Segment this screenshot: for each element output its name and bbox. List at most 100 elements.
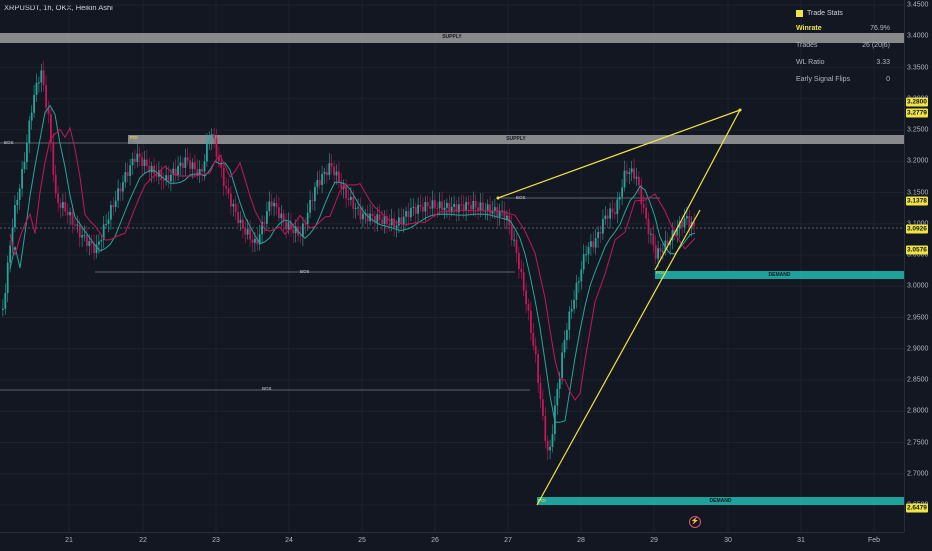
candle-body [220, 161, 223, 168]
candle-body [400, 217, 403, 224]
candle-body [630, 168, 633, 173]
candle-body [242, 219, 244, 229]
candle-body [616, 199, 619, 215]
candle-body [201, 168, 203, 172]
candle-body [150, 165, 153, 173]
candle-body [239, 219, 242, 223]
candle-body [542, 399, 544, 417]
candle-body [431, 200, 434, 209]
candle-body [254, 238, 256, 243]
candle-body [594, 238, 597, 248]
candle-body [518, 252, 520, 270]
candle-body [357, 207, 359, 209]
candle-body [124, 172, 127, 183]
candle-body [86, 235, 88, 246]
candle-body [249, 229, 251, 240]
candle-body [460, 204, 463, 206]
candle-body [575, 282, 578, 300]
candle-body [28, 120, 31, 144]
candle-body [642, 204, 645, 208]
candle-body [527, 304, 530, 311]
supply-zone-top-label: SUPPLY [442, 34, 462, 40]
candle-body [606, 215, 609, 219]
chart-canvas[interactable] [0, 0, 904, 532]
candle-body [30, 112, 33, 121]
candle-body [654, 245, 657, 259]
candle-body [686, 216, 688, 219]
candle-body [330, 163, 333, 167]
candle-body [311, 200, 314, 202]
candle-body [465, 201, 467, 211]
candle-body [573, 299, 575, 309]
candle-body [227, 188, 230, 194]
candle-body [362, 213, 364, 220]
candle-body [592, 241, 595, 248]
candle-body [657, 248, 659, 259]
candle-body [645, 207, 647, 219]
price-tick-label: 2.9000 [907, 345, 929, 353]
price-tick-label: 2.7500 [907, 439, 929, 446]
candle-body [474, 201, 477, 208]
price-chart[interactable]: SUPPLY SUPPLY DEMAND DEMAND BOS BOS BOS … [0, 0, 904, 532]
candle-body [489, 204, 491, 214]
candle-body [688, 216, 691, 228]
candle-body [350, 196, 352, 200]
candle-body [309, 200, 311, 213]
price-marker-label: 2.6479 [906, 503, 928, 513]
poi-label: POI [130, 135, 138, 140]
supply-zone-mid-label: SUPPLY [506, 136, 526, 142]
stats-row-winrate: Winrate 76.9% [796, 20, 890, 37]
candle-body [52, 141, 55, 175]
candle-body [458, 204, 460, 213]
price-tick-label: 3.1500 [907, 189, 929, 196]
candle-body [494, 207, 496, 211]
trendline-anchor [496, 196, 500, 200]
candle-body [78, 224, 81, 238]
candle-body [546, 440, 549, 451]
candle-body [146, 159, 148, 166]
price-tick-label: 3.3500 [907, 64, 929, 71]
candle-body [537, 354, 539, 383]
candle-body [618, 197, 621, 200]
candle-body [110, 205, 112, 220]
candle-body [266, 211, 268, 224]
candle-body [520, 269, 523, 273]
candle-body [105, 223, 107, 225]
trade-stats-title[interactable]: Trade Stats [796, 6, 890, 20]
stats-label: Early Signal Flips [796, 76, 851, 83]
price-marker-label: 3.0576 [906, 245, 928, 255]
candle-body [45, 85, 47, 108]
stats-row-wl-ratio: WL Ratio 3.33 [796, 54, 890, 71]
candle-body [635, 176, 638, 179]
candle-body [225, 186, 227, 189]
price-tick-label: 3.2500 [907, 126, 929, 134]
time-tick-label: 21 [65, 537, 73, 544]
zone-layer [0, 33, 904, 505]
candle-body [184, 157, 187, 168]
stats-value: 0 [886, 76, 890, 83]
candle-body [429, 206, 431, 209]
candle-body [566, 329, 568, 341]
candle-body [206, 143, 208, 162]
trade-stats-panel: Trade Stats Winrate 76.9% Trades 26 (20|… [796, 6, 890, 88]
candle-body [134, 158, 136, 162]
candle-body [170, 174, 172, 182]
candle-body [326, 171, 328, 176]
time-tick-label: 24 [285, 537, 293, 544]
candle-body [652, 233, 655, 246]
candle-body [626, 170, 628, 175]
candle-body [633, 168, 635, 179]
candle-body [530, 310, 532, 333]
candle-body [604, 215, 607, 220]
candle-body [54, 174, 57, 194]
candle-body [621, 187, 623, 198]
time-axis[interactable]: 21 22 23 24 25 26 27 28 29 30 31 Feb [0, 532, 904, 551]
price-axis[interactable]: 3.45003.40003.35003.30003.25003.20003.15… [904, 0, 932, 532]
checkbox-icon[interactable] [796, 9, 803, 17]
candle-body [81, 235, 83, 238]
lightning-icon[interactable]: ⚡ [689, 516, 701, 528]
candle-body [282, 213, 285, 221]
candle-body [306, 212, 309, 225]
candle-body [558, 378, 561, 389]
candle-body [64, 202, 67, 212]
